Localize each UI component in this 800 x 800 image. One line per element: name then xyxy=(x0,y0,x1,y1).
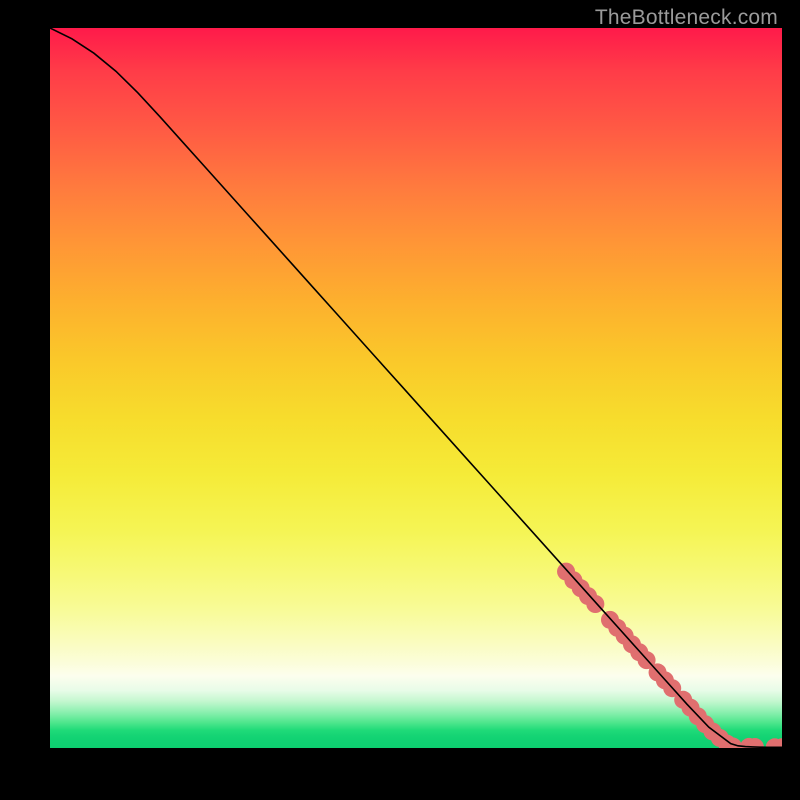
marker-layer xyxy=(557,563,782,748)
watermark-text: TheBottleneck.com xyxy=(595,6,778,30)
chart-overlay xyxy=(50,28,782,748)
chart-container: TheBottleneck.com xyxy=(0,0,800,800)
curve-line xyxy=(50,28,782,747)
